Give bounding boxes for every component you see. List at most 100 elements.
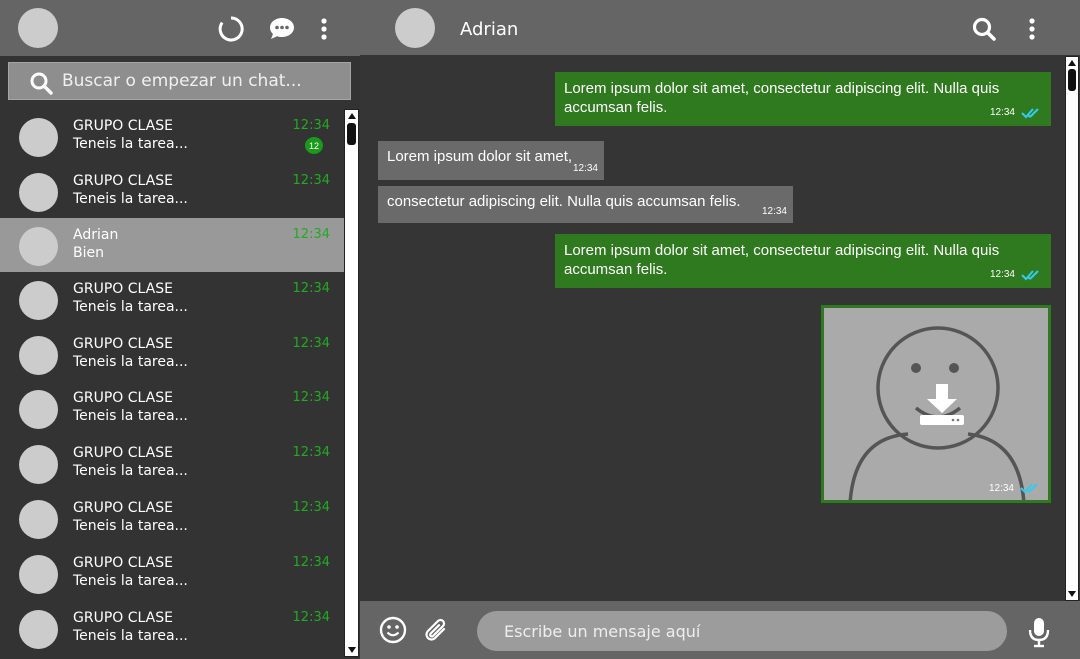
chat-name: GRUPO CLASE [73,390,173,406]
chat-name: GRUPO CLASE [73,445,173,461]
conversation-header: Adrian [360,0,1080,55]
search-input[interactable] [62,67,342,95]
sidebar-header [0,0,360,56]
outgoing-message[interactable]: Lorem ipsum dolor sit amet, consectetur … [555,72,1051,126]
incoming-message[interactable]: consectetur adipiscing elit. Nulla quis … [378,186,793,223]
chat-avatar [19,173,58,212]
chat-list-item[interactable]: GRUPO CLASE Teneis la tarea... 12:34 [0,381,345,435]
chat-list-item[interactable]: GRUPO CLASE Teneis la tarea... 12:34 [0,272,345,326]
chat-avatar [19,610,58,649]
read-ticks-icon [1020,483,1038,494]
chat-time: 12:34 [292,227,330,242]
chat-preview: Teneis la tarea... [73,191,188,207]
chat-time: 12:34 [292,610,330,625]
contact-name[interactable]: Adrian [460,19,518,40]
microphone-icon[interactable] [1026,615,1052,649]
chat-preview: Teneis la tarea... [73,518,188,534]
chat-name: GRUPO CLASE [73,336,173,352]
image-placeholder[interactable]: 12:34 [824,308,1048,500]
message-text: Lorem ipsum dolor sit amet, [387,148,573,165]
chat-list-item[interactable]: GRUPO CLASE Teneis la tarea... 12:34 12 [0,109,345,163]
scroll-down-arrow-icon[interactable] [1066,589,1078,599]
attach-icon[interactable] [421,615,451,647]
message-meta: 12:34 [573,159,598,178]
chat-time: 12:34 [292,390,330,405]
chat-avatar [19,336,58,375]
chat-time: 12:34 [292,500,330,515]
emoji-icon[interactable] [378,615,408,645]
scroll-down-arrow-icon[interactable] [345,645,358,655]
chat-avatar [19,281,58,320]
chat-avatar [19,445,58,484]
chat-time: 12:34 [292,445,330,460]
chat-list-scrollbar[interactable] [344,109,359,657]
chat-list: GRUPO CLASE Teneis la tarea... 12:34 12 GRUP… [0,109,345,659]
scroll-thumb[interactable] [347,123,356,145]
chat-list-item[interactable]: GRUPO CLASE Teneis la tarea... 12:34 [0,327,345,381]
new-chat-icon[interactable] [266,13,298,45]
my-avatar[interactable] [18,8,58,48]
message-area: Lorem ipsum dolor sit amet, consectetur … [360,56,1065,601]
message-time: 12:34 [572,163,598,174]
chat-avatar [19,118,58,157]
message-text: consectetur adipiscing elit. Nulla quis … [387,193,741,210]
unread-badge: 12 [305,137,323,154]
more-options-icon[interactable] [314,14,334,44]
chat-list-item[interactable]: GRUPO CLASE Teneis la tarea... 12:34 [0,164,345,218]
chat-time: 12:34 [292,336,330,351]
chat-time: 12:34 [292,281,330,296]
status-icon[interactable] [216,14,246,44]
message-time: 12:34 [989,269,1015,280]
read-ticks-icon [1021,269,1039,280]
chat-list-item[interactable]: GRUPO CLASE Teneis la tarea... 12:34 [0,601,345,655]
chat-list-item[interactable]: GRUPO CLASE Teneis la tarea... 12:34 [0,436,345,490]
chat-preview: Bien [73,245,104,261]
search-icon[interactable] [970,14,998,44]
chat-list-item[interactable]: GRUPO CLASE Teneis la tarea... 12:34 [0,491,345,545]
message-meta: 12:34 [990,103,1043,122]
chat-name: GRUPO CLASE [73,118,173,134]
chat-preview: Teneis la tarea... [73,136,188,152]
message-time: 12:34 [761,206,787,217]
chat-time: 12:34 [292,118,330,133]
message-meta: 12:34 [990,265,1043,284]
search-bar [0,56,360,108]
scroll-up-arrow-icon[interactable] [345,111,358,121]
chat-preview: Teneis la tarea... [73,628,188,644]
download-icon[interactable] [918,382,966,426]
chat-avatar [19,555,58,594]
message-text: Lorem ipsum dolor sit amet, consectetur … [564,242,1000,278]
chat-preview: Teneis la tarea... [73,408,188,424]
chat-avatar [19,227,58,266]
chat-avatar [19,500,58,539]
incoming-message[interactable]: Lorem ipsum dolor sit amet, 12:34 [378,141,604,180]
outgoing-message[interactable]: Lorem ipsum dolor sit amet, consectetur … [555,234,1051,288]
message-meta: 12:34 [762,202,787,221]
scroll-up-arrow-icon[interactable] [1066,58,1078,68]
chat-avatar [19,390,58,429]
chat-name: GRUPO CLASE [73,610,173,626]
chat-time: 12:34 [292,555,330,570]
more-options-icon[interactable] [1022,14,1042,44]
message-meta: 12:34 [989,482,1042,494]
chat-list-item[interactable]: Adrian Bien 12:34 [0,218,345,272]
chat-name: GRUPO CLASE [73,281,173,297]
chat-preview: Teneis la tarea... [73,573,188,589]
chat-preview: Teneis la tarea... [73,354,188,370]
chat-time: 12:34 [292,173,330,188]
message-area-scrollbar[interactable] [1065,56,1079,601]
scroll-thumb[interactable] [1068,69,1076,91]
chat-name: GRUPO CLASE [73,500,173,516]
search-box[interactable] [8,62,351,100]
contact-avatar[interactable] [395,8,435,48]
chat-name: GRUPO CLASE [73,555,173,571]
message-time: 12:34 [989,107,1015,118]
message-input[interactable] [477,611,1007,651]
sidebar: GRUPO CLASETeneis la tarea...12:3412GRUP… [0,0,360,659]
message-composer [360,601,1080,659]
chat-preview: Teneis la tarea... [73,463,188,479]
chat-name: Adrian [73,227,119,243]
image-message[interactable]: 12:34 [821,305,1051,503]
search-icon [29,71,53,95]
chat-list-item[interactable]: GRUPO CLASE Teneis la tarea... 12:34 [0,546,345,600]
